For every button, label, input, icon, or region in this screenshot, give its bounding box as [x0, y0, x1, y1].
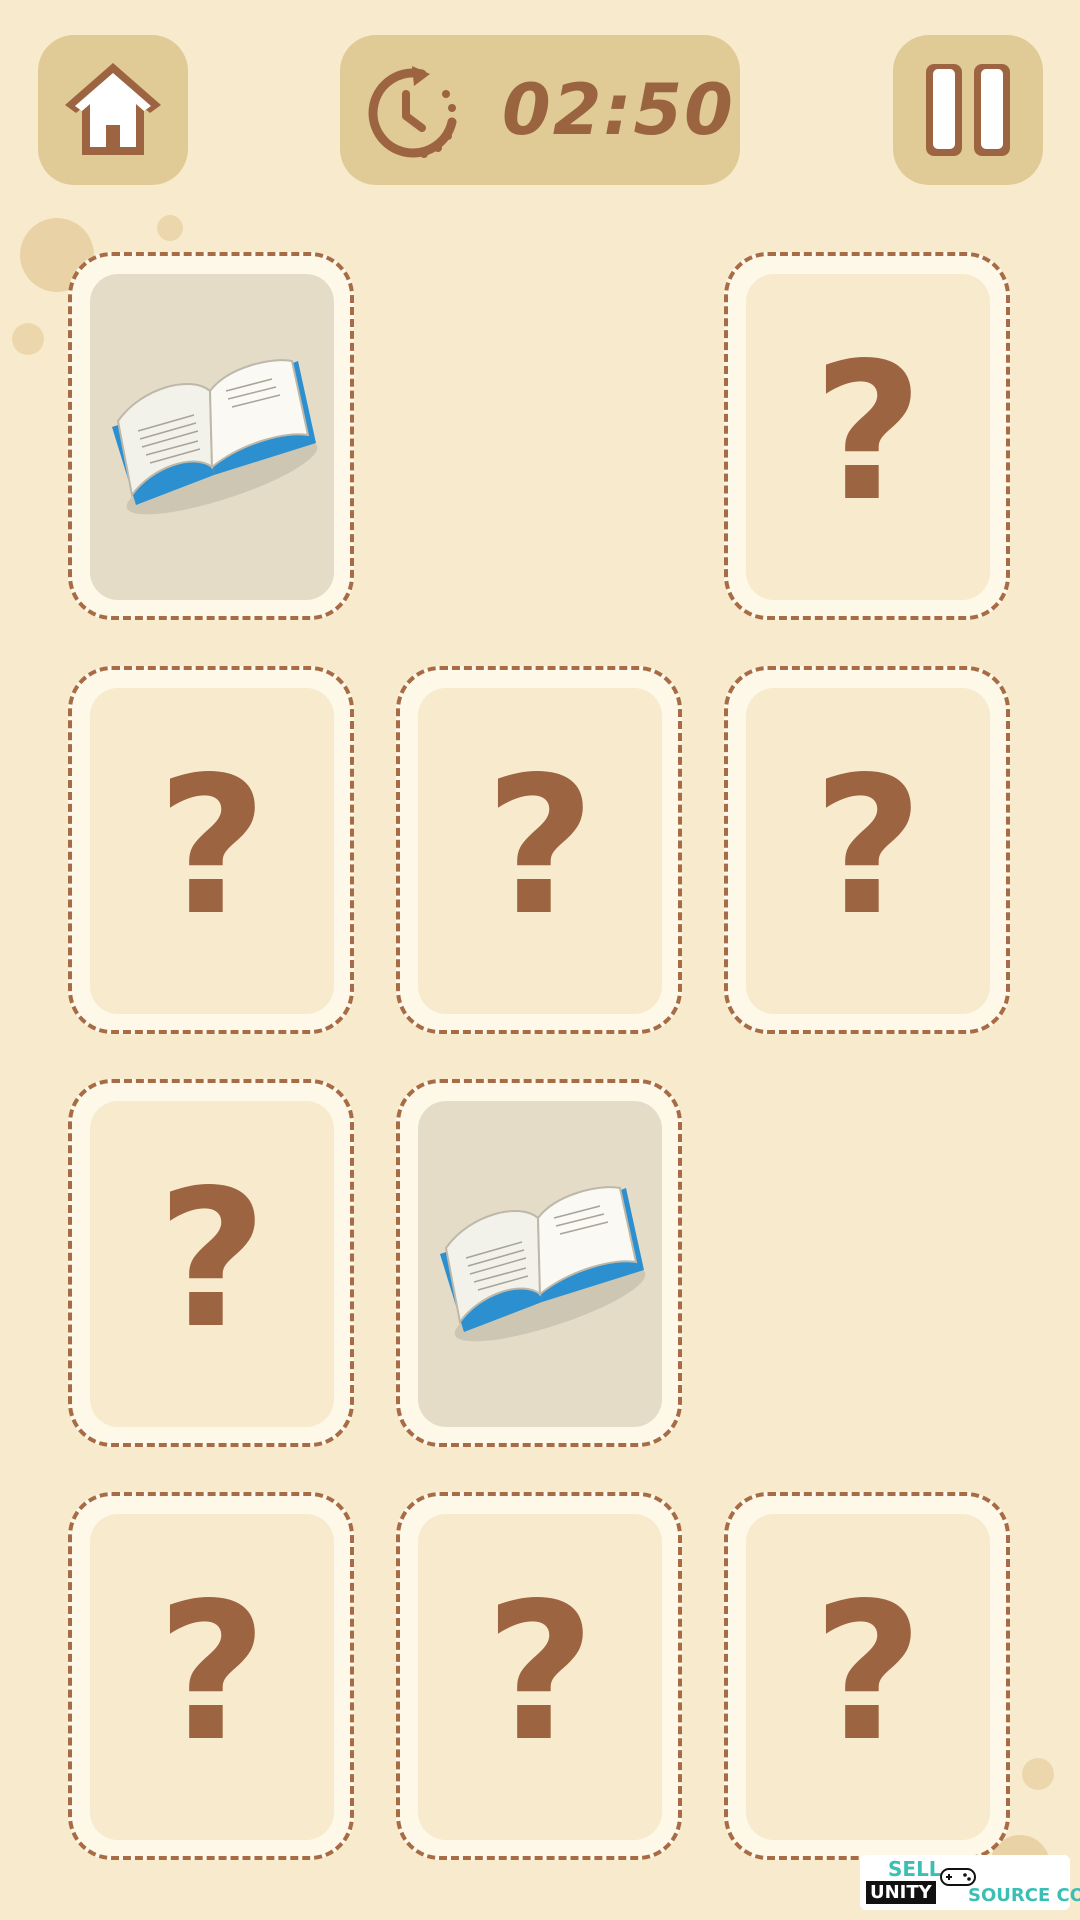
home-button[interactable] — [38, 35, 188, 185]
card-back: ? — [90, 1514, 334, 1840]
home-icon — [65, 63, 161, 155]
question-mark-icon: ? — [156, 736, 268, 957]
open-book-icon — [111, 359, 322, 527]
card-r4c3[interactable]: ? — [724, 1492, 1010, 1860]
card-back: ? — [90, 1101, 334, 1427]
card-r2c1[interactable]: ? — [68, 666, 354, 1034]
card-r1c1-open[interactable] — [68, 252, 354, 620]
decor-bubble-small — [1022, 1758, 1054, 1790]
decor-bubble-small — [157, 215, 183, 241]
question-mark-icon: ? — [156, 1562, 268, 1783]
clock-timer-icon — [368, 66, 457, 158]
gamepad-icon — [940, 1868, 976, 1886]
question-mark-icon: ? — [812, 322, 924, 543]
timer-panel: 02:50 — [340, 35, 740, 185]
pause-icon — [926, 64, 1010, 156]
card-back: ? — [746, 274, 990, 600]
watermark-unity-text: UNITY — [866, 1881, 936, 1904]
card-back: ? — [746, 688, 990, 1014]
card-back: ? — [90, 688, 334, 1014]
open-book-icon — [439, 1186, 650, 1354]
pause-button[interactable] — [893, 35, 1043, 185]
card-r2c2[interactable]: ? — [396, 666, 682, 1034]
question-mark-icon: ? — [484, 1562, 596, 1783]
timer-value: 02:50 — [502, 69, 735, 151]
watermark-source-code-text: SOURCE CODE — [968, 1885, 1080, 1906]
card-r3c1[interactable]: ? — [68, 1079, 354, 1447]
card-face — [90, 274, 334, 600]
watermark-sell-text: SELL — [888, 1857, 942, 1881]
card-back: ? — [418, 688, 662, 1014]
card-r1c3[interactable]: ? — [724, 252, 1010, 620]
card-r4c1[interactable]: ? — [68, 1492, 354, 1860]
watermark-logo: SELL UNITY SOURCE CODE — [860, 1855, 1080, 1910]
decor-bubble-small — [12, 323, 44, 355]
card-r2c3[interactable]: ? — [724, 666, 1010, 1034]
question-mark-icon: ? — [156, 1149, 268, 1370]
card-r4c2[interactable]: ? — [396, 1492, 682, 1860]
card-back: ? — [746, 1514, 990, 1840]
question-mark-icon: ? — [484, 736, 596, 957]
card-r3c2-open[interactable] — [396, 1079, 682, 1447]
question-mark-icon: ? — [812, 1562, 924, 1783]
question-mark-icon: ? — [812, 736, 924, 957]
card-face — [418, 1101, 662, 1427]
card-back: ? — [418, 1514, 662, 1840]
